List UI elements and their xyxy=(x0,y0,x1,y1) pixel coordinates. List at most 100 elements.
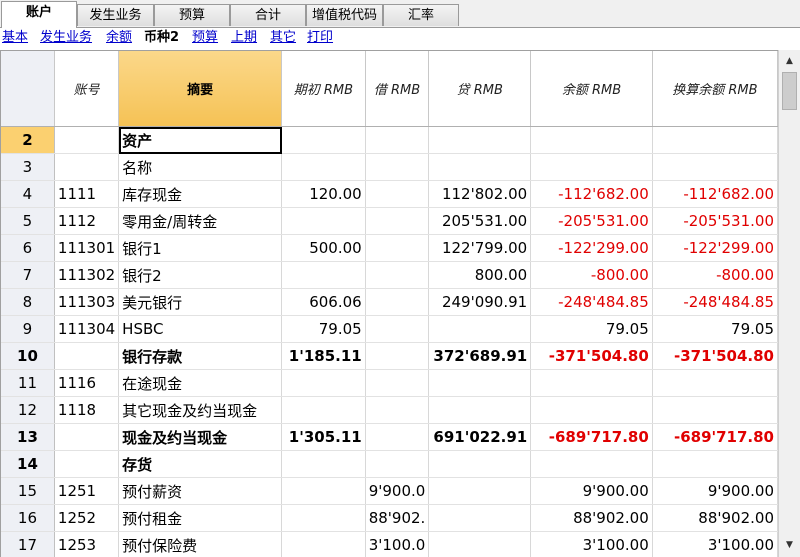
cell-account[interactable]: 1116 xyxy=(54,369,120,397)
cell-balance[interactable]: -371'504.80 xyxy=(530,342,653,370)
cell-converted-balance[interactable] xyxy=(652,126,778,154)
cell-balance[interactable]: -122'299.00 xyxy=(530,234,653,262)
row-number[interactable]: 15 xyxy=(1,477,55,505)
cell-credit[interactable]: 800.00 xyxy=(428,261,532,289)
table-row[interactable]: 3 名称 xyxy=(1,153,778,181)
cell-opening[interactable]: 79.05 xyxy=(281,315,366,343)
cell-description[interactable]: HSBC xyxy=(118,315,283,343)
row-number[interactable]: 8 xyxy=(1,288,55,316)
cell-converted-balance[interactable] xyxy=(652,450,778,478)
cell-debit[interactable] xyxy=(365,261,430,289)
cell-credit[interactable]: 691'022.91 xyxy=(428,423,532,451)
cell-account[interactable] xyxy=(54,450,120,478)
cell-account[interactable]: 111303 xyxy=(54,288,120,316)
cell-converted-balance[interactable]: -689'717.80 xyxy=(652,423,778,451)
table-row[interactable]: 13 现金及约当现金 1'305.11 691'022.91 -689'717.80 -6… xyxy=(1,423,778,451)
column-header-account[interactable]: 账号 xyxy=(54,51,120,127)
cell-debit[interactable] xyxy=(365,288,430,316)
cell-account[interactable]: 1112 xyxy=(54,207,120,235)
column-header-converted-balance[interactable]: 换算余额 RMB xyxy=(652,51,778,127)
cell-debit[interactable] xyxy=(365,315,430,343)
row-number[interactable]: 9 xyxy=(1,315,55,343)
view-previous-year[interactable]: 上期 xyxy=(231,28,257,48)
row-number[interactable]: 12 xyxy=(1,396,55,424)
cell-converted-balance[interactable] xyxy=(652,396,778,424)
cell-opening[interactable]: 1'305.11 xyxy=(281,423,366,451)
cell-credit[interactable] xyxy=(428,396,532,424)
cell-balance[interactable]: -800.00 xyxy=(530,261,653,289)
cell-description[interactable]: 现金及约当现金 xyxy=(118,423,283,451)
row-number[interactable]: 14 xyxy=(1,450,55,478)
cell-debit[interactable]: 9'900.0 xyxy=(365,477,430,505)
cell-debit[interactable] xyxy=(365,423,430,451)
table-row[interactable]: 12 1118 其它现金及约当现金 xyxy=(1,396,778,424)
cell-account[interactable]: 1118 xyxy=(54,396,120,424)
cell-converted-balance[interactable]: 3'100.00 xyxy=(652,531,778,557)
row-number[interactable]: 13 xyxy=(1,423,55,451)
cell-balance[interactable] xyxy=(530,369,653,397)
cell-account[interactable]: 1252 xyxy=(54,504,120,532)
cell-description[interactable]: 银行2 xyxy=(118,261,283,289)
cell-balance[interactable]: 3'100.00 xyxy=(530,531,653,557)
row-number[interactable]: 5 xyxy=(1,207,55,235)
view-transactions[interactable]: 发生业务 xyxy=(40,28,92,48)
table-row[interactable]: 5 1112 零用金/周转金 205'531.00 -205'531.00 -205'53… xyxy=(1,207,778,235)
cell-converted-balance[interactable]: -112'682.00 xyxy=(652,180,778,208)
cell-description[interactable]: 存货 xyxy=(118,450,283,478)
cell-balance[interactable]: 79.05 xyxy=(530,315,653,343)
cell-balance[interactable] xyxy=(530,396,653,424)
cell-description[interactable]: 资产 xyxy=(118,126,283,154)
cell-balance[interactable] xyxy=(530,126,653,154)
cell-credit[interactable] xyxy=(428,369,532,397)
cell-opening[interactable]: 120.00 xyxy=(281,180,366,208)
cell-balance[interactable]: 9'900.00 xyxy=(530,477,653,505)
row-number[interactable]: 7 xyxy=(1,261,55,289)
scroll-down-icon[interactable]: ▼ xyxy=(781,537,798,554)
cell-converted-balance[interactable]: -371'504.80 xyxy=(652,342,778,370)
table-row[interactable]: 15 1251 预付薪资 9'900.0 9'900.00 9'900.00 xyxy=(1,477,778,505)
cell-converted-balance[interactable]: -800.00 xyxy=(652,261,778,289)
tab-budget[interactable]: 预算 xyxy=(154,4,230,26)
vertical-scrollbar[interactable]: ▲ ▼ xyxy=(778,50,800,557)
cell-credit[interactable]: 249'090.91 xyxy=(428,288,532,316)
cell-description[interactable]: 库存现金 xyxy=(118,180,283,208)
column-header-balance[interactable]: 余额 RMB xyxy=(530,51,653,127)
cell-credit[interactable]: 205'531.00 xyxy=(428,207,532,235)
cell-credit[interactable]: 112'802.00 xyxy=(428,180,532,208)
cell-description[interactable]: 预付保险费 xyxy=(118,531,283,557)
tab-exchange-rates[interactable]: 汇率 xyxy=(383,4,459,26)
cell-opening[interactable] xyxy=(281,369,366,397)
cell-credit[interactable] xyxy=(428,531,532,557)
view-balance[interactable]: 余额 xyxy=(106,28,132,48)
cell-debit[interactable] xyxy=(365,126,430,154)
cell-converted-balance[interactable]: 79.05 xyxy=(652,315,778,343)
cell-debit[interactable] xyxy=(365,396,430,424)
cell-balance[interactable]: -205'531.00 xyxy=(530,207,653,235)
table-row[interactable]: 9 111304 HSBC 79.05 79.05 79.05 xyxy=(1,315,778,343)
column-header-credit[interactable]: 贷 RMB xyxy=(428,51,532,127)
table-row[interactable]: 11 1116 在途现金 xyxy=(1,369,778,397)
cell-debit[interactable]: 3'100.0 xyxy=(365,531,430,557)
cell-account[interactable]: 1251 xyxy=(54,477,120,505)
table-row[interactable]: 2 资产 xyxy=(1,126,778,154)
table-row[interactable]: 7 111302 银行2 800.00 -800.00 -800.00 xyxy=(1,261,778,289)
cell-opening[interactable] xyxy=(281,504,366,532)
cell-account[interactable] xyxy=(54,126,120,154)
cell-opening[interactable] xyxy=(281,153,366,181)
cell-credit[interactable] xyxy=(428,315,532,343)
row-number[interactable]: 3 xyxy=(1,153,55,181)
scroll-up-icon[interactable]: ▲ xyxy=(781,53,798,70)
cell-account[interactable] xyxy=(54,342,120,370)
view-other[interactable]: 其它 xyxy=(270,28,296,48)
cell-debit[interactable] xyxy=(365,234,430,262)
cell-balance[interactable] xyxy=(530,153,653,181)
cell-credit[interactable] xyxy=(428,477,532,505)
table-row[interactable]: 6 111301 银行1 500.00 122'799.00 -122'299.00 -12… xyxy=(1,234,778,262)
cell-opening[interactable]: 1'185.11 xyxy=(281,342,366,370)
view-base[interactable]: 基本 xyxy=(2,28,28,48)
row-number[interactable]: 2 xyxy=(1,126,55,154)
cell-credit[interactable] xyxy=(428,126,532,154)
cell-credit[interactable]: 372'689.91 xyxy=(428,342,532,370)
tab-accounts[interactable]: 账户 xyxy=(1,1,77,28)
cell-description[interactable]: 美元银行 xyxy=(118,288,283,316)
